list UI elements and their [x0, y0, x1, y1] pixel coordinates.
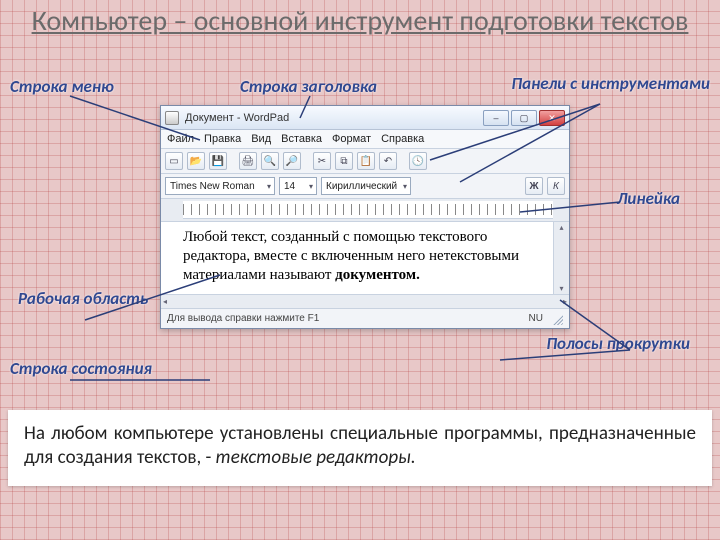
close-button[interactable]: ✕ — [539, 110, 565, 126]
charset-combo[interactable]: Кириллический — [321, 177, 411, 195]
callout-workarea: Рабочая область — [18, 290, 148, 309]
italic-button[interactable]: К — [547, 177, 565, 195]
window-title: Документ - WordPad — [185, 112, 483, 124]
paste-icon[interactable]: 📋 — [357, 152, 375, 170]
undo-icon[interactable]: ↶ — [379, 152, 397, 170]
callout-toolbars: Панели с инструментами — [511, 75, 710, 94]
open-icon[interactable]: 📂 — [187, 152, 205, 170]
menu-view[interactable]: Вид — [251, 133, 271, 145]
font-combo[interactable]: Times New Roman — [165, 177, 275, 195]
app-icon — [165, 111, 179, 125]
vertical-scrollbar[interactable] — [553, 222, 569, 294]
horizontal-scrollbar[interactable]: ◂▸ — [161, 294, 569, 308]
save-icon[interactable]: 💾 — [209, 152, 227, 170]
menu-bar: Файл Правка Вид Вставка Формат Справка — [161, 130, 569, 149]
status-bar: Для вывода справки нажмите F1 NU — [161, 308, 569, 328]
bold-button[interactable]: Ж — [525, 177, 543, 195]
document-area[interactable]: Любой текст, созданный с помощью текстов… — [161, 222, 553, 294]
maximize-button[interactable]: ▢ — [511, 110, 537, 126]
para-term: текстовые редакторы. — [216, 446, 416, 469]
callout-ruler: Линейка — [617, 190, 680, 209]
minimize-button[interactable]: – — [483, 110, 509, 126]
menu-format[interactable]: Формат — [332, 133, 371, 145]
titlebar[interactable]: Документ - WordPad – ▢ ✕ — [161, 106, 569, 130]
print-icon[interactable]: 🖨 — [239, 152, 257, 170]
ruler[interactable] — [183, 201, 553, 219]
size-combo[interactable]: 14 — [279, 177, 317, 195]
preview-icon[interactable]: 🔍 — [261, 152, 279, 170]
status-indicator: NU — [529, 313, 543, 324]
callout-menu: Строка меню — [10, 78, 114, 97]
datetime-icon[interactable]: 🕓 — [409, 152, 427, 170]
menu-insert[interactable]: Вставка — [281, 133, 322, 145]
wordpad-window: Документ - WordPad – ▢ ✕ Файл Правка Вид… — [160, 105, 570, 329]
menu-edit[interactable]: Правка — [204, 133, 241, 145]
menu-help[interactable]: Справка — [381, 133, 424, 145]
callout-statusbar: Строка состояния — [10, 360, 152, 379]
callout-titlebar: Строка заголовка — [240, 78, 377, 97]
resize-grip-icon[interactable] — [551, 313, 563, 325]
doc-body-term: документом. — [335, 267, 420, 283]
cut-icon[interactable]: ✂ — [313, 152, 331, 170]
slide-paragraph: На любом компьютере установлены специаль… — [8, 410, 712, 486]
new-icon[interactable]: ▭ — [165, 152, 183, 170]
menu-file[interactable]: Файл — [167, 133, 194, 145]
callout-scrollbars: Полосы прокрутки — [546, 335, 690, 354]
copy-icon[interactable]: ⧉ — [335, 152, 353, 170]
slide-title: Компьютер – основной инструмент подготов… — [0, 0, 720, 37]
status-text: Для вывода справки нажмите F1 — [167, 313, 319, 324]
find-icon[interactable]: 🔎 — [283, 152, 301, 170]
standard-toolbar: ▭ 📂 💾 🖨 🔍 🔎 ✂ ⧉ 📋 ↶ 🕓 — [161, 149, 569, 174]
format-toolbar: Times New Roman 14 Кириллический Ж К — [161, 174, 569, 199]
